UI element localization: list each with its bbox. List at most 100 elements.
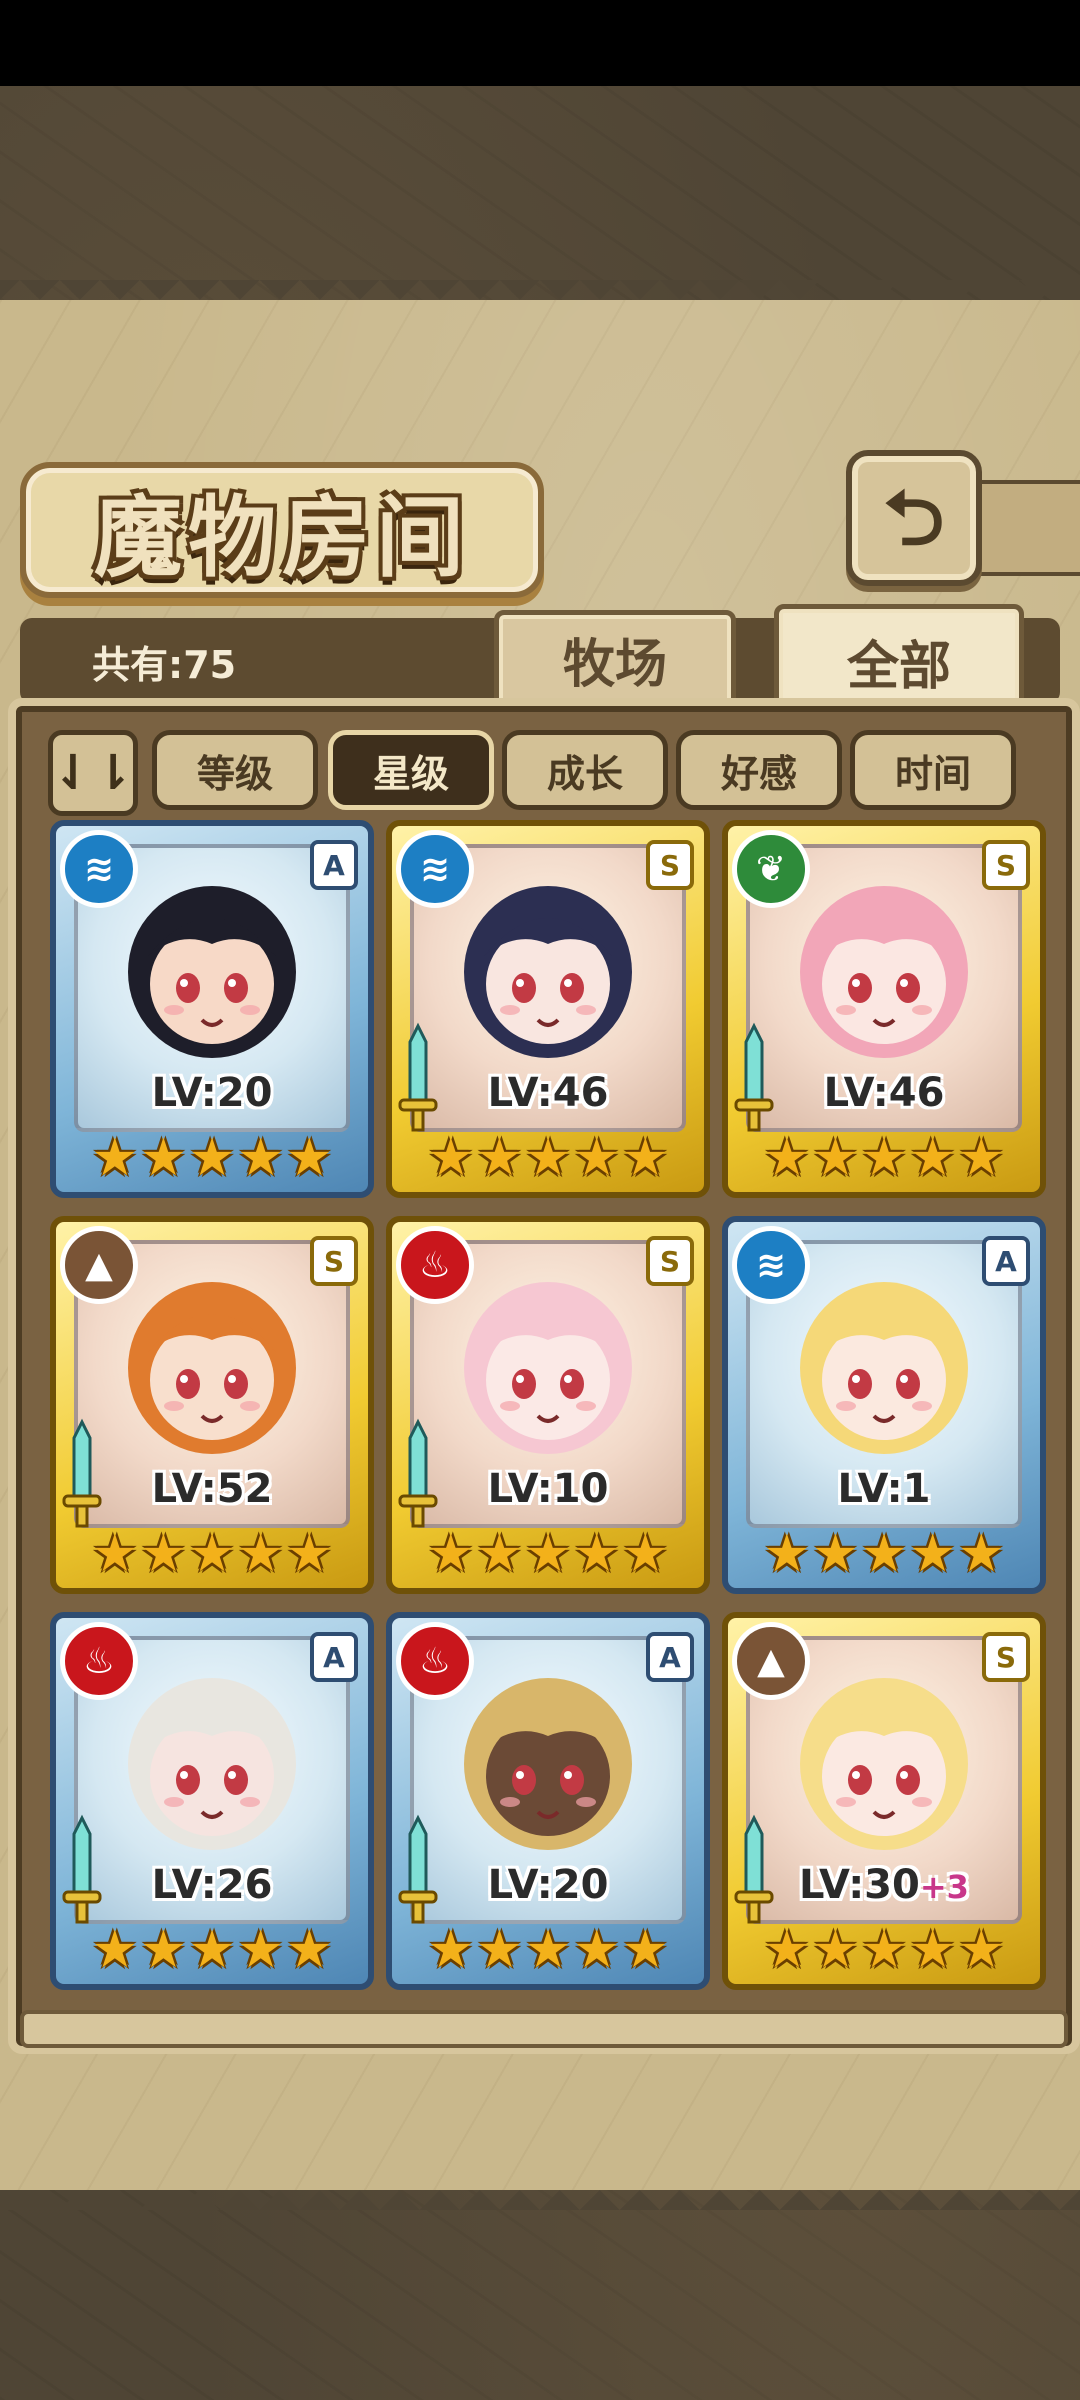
star-icon: ★ [957, 1920, 1005, 1980]
water-element-icon: ≋ [60, 830, 138, 908]
star-icon: ★ [812, 1920, 859, 1980]
level-label: LV:30+3 [728, 1862, 1040, 1908]
star-icon: ★ [188, 1920, 236, 1980]
star-icon: ★ [188, 1524, 236, 1584]
level-value: LV:52 [151, 1466, 273, 1512]
monster-portrait [800, 886, 968, 1058]
rank-badge: A [646, 1632, 694, 1682]
panel-bottom-rail [20, 2010, 1068, 2048]
scroll-edge-bottom [0, 2170, 1080, 2210]
tab-ranch[interactable]: 牧场 [494, 610, 736, 708]
star-rating: ★ ★ ★ ★ ★ [56, 1922, 368, 1978]
star-icon: ★ [91, 1524, 139, 1584]
monster-portrait [128, 1282, 296, 1454]
scroll-edge-top [0, 280, 1080, 320]
star-icon: ★ [763, 1524, 811, 1584]
monster-card[interactable]: ♨ S LV:10 ★ ★ ★ ★ ★ [386, 1216, 710, 1594]
star-icon: ★ [476, 1524, 523, 1584]
monster-portrait [464, 1678, 632, 1850]
rank-badge: S [310, 1236, 358, 1286]
title-banner: 魔物房间 [20, 462, 544, 598]
star-icon: ★ [524, 1524, 572, 1584]
star-icon: ★ [524, 1920, 572, 1980]
sort-button-growth[interactable]: 成长 [502, 730, 668, 810]
star-icon: ★ [573, 1524, 620, 1584]
star-icon: ★ [621, 1920, 669, 1980]
level-value: LV:10 [487, 1466, 609, 1512]
back-button[interactable]: ⮌ [846, 450, 982, 586]
sort-order-icon[interactable]: ⇃⇂ [48, 730, 138, 816]
monster-card[interactable]: ▲ S LV:52 ★ ★ ★ ★ ★ [50, 1216, 374, 1594]
star-icon: ★ [285, 1524, 333, 1584]
sort-button-affection[interactable]: 好感 [676, 730, 842, 810]
star-icon: ★ [812, 1128, 859, 1188]
level-label: LV:52 [56, 1466, 368, 1512]
water-element-icon: ≋ [732, 1226, 810, 1304]
star-icon: ★ [909, 1920, 956, 1980]
level-label: LV:20 [392, 1862, 704, 1908]
level-value: LV:20 [487, 1862, 609, 1908]
star-rating: ★ ★ ★ ★ ★ [728, 1526, 1040, 1582]
level-value: LV:46 [823, 1070, 945, 1116]
level-value: LV:1 [837, 1466, 931, 1512]
star-icon: ★ [427, 1128, 475, 1188]
star-icon: ★ [860, 1128, 908, 1188]
rank-badge: A [982, 1236, 1030, 1286]
level-bonus: +3 [919, 1868, 969, 1906]
star-icon: ★ [860, 1920, 908, 1980]
monster-card[interactable]: ≋ S LV:46 ★ ★ ★ ★ ★ [386, 820, 710, 1198]
level-label: LV:20 [56, 1070, 368, 1116]
rank-badge: A [310, 840, 358, 890]
level-label: LV:26 [56, 1862, 368, 1908]
star-icon: ★ [91, 1128, 139, 1188]
total-count: 共有:75 [92, 643, 237, 687]
star-rating: ★ ★ ★ ★ ★ [392, 1526, 704, 1582]
level-label: LV:46 [728, 1070, 1040, 1116]
nature-element-icon: ❦ [732, 830, 810, 908]
level-value: LV:30 [799, 1862, 920, 1908]
rank-badge: S [982, 840, 1030, 890]
star-icon: ★ [812, 1524, 859, 1584]
star-rating: ★ ★ ★ ★ ★ [56, 1526, 368, 1582]
rank-badge: S [646, 1236, 694, 1286]
status-bar [0, 0, 1080, 86]
earth-element-icon: ▲ [60, 1226, 138, 1304]
page-title: 魔物房间 [93, 484, 470, 589]
star-icon: ★ [957, 1524, 1005, 1584]
earth-element-icon: ▲ [732, 1622, 810, 1700]
sort-button-star[interactable]: 星级 [328, 730, 494, 810]
monster-card[interactable]: ♨ A LV:20 ★ ★ ★ ★ ★ [386, 1612, 710, 1990]
rank-badge: S [982, 1632, 1030, 1682]
monster-card[interactable]: ≋ A LV:20 ★ ★ ★ ★ ★ [50, 820, 374, 1198]
monster-card[interactable]: ≋ A LV:1 ★ ★ ★ ★ ★ [722, 1216, 1046, 1594]
star-icon: ★ [285, 1920, 333, 1980]
star-icon: ★ [621, 1128, 669, 1188]
fire-element-icon: ♨ [60, 1622, 138, 1700]
star-icon: ★ [237, 1524, 284, 1584]
water-element-icon: ≋ [396, 830, 474, 908]
star-rating: ★ ★ ★ ★ ★ [392, 1130, 704, 1186]
star-icon: ★ [957, 1128, 1005, 1188]
back-button-tail [965, 480, 1080, 576]
monster-portrait [800, 1678, 968, 1850]
sort-button-time[interactable]: 时间 [850, 730, 1016, 810]
star-icon: ★ [188, 1128, 236, 1188]
level-label: LV:1 [728, 1466, 1040, 1512]
level-value: LV:20 [151, 1070, 273, 1116]
monster-portrait [464, 886, 632, 1058]
star-icon: ★ [476, 1128, 523, 1188]
star-icon: ★ [237, 1920, 284, 1980]
star-icon: ★ [140, 1524, 187, 1584]
monster-card[interactable]: ♨ A LV:26 ★ ★ ★ ★ ★ [50, 1612, 374, 1990]
monster-portrait [128, 1678, 296, 1850]
monster-card[interactable]: ▲ S LV:30+3 ★ ★ ★ ★ ★ [722, 1612, 1046, 1990]
monster-card[interactable]: ❦ S LV:46 ★ ★ ★ ★ ★ [722, 820, 1046, 1198]
star-rating: ★ ★ ★ ★ ★ [56, 1130, 368, 1186]
sort-button-level[interactable]: 等级 [152, 730, 318, 810]
level-label: LV:46 [392, 1070, 704, 1116]
fire-element-icon: ♨ [396, 1226, 474, 1304]
level-value: LV:46 [487, 1070, 609, 1116]
star-icon: ★ [427, 1524, 475, 1584]
star-rating: ★ ★ ★ ★ ★ [728, 1130, 1040, 1186]
star-icon: ★ [763, 1128, 811, 1188]
